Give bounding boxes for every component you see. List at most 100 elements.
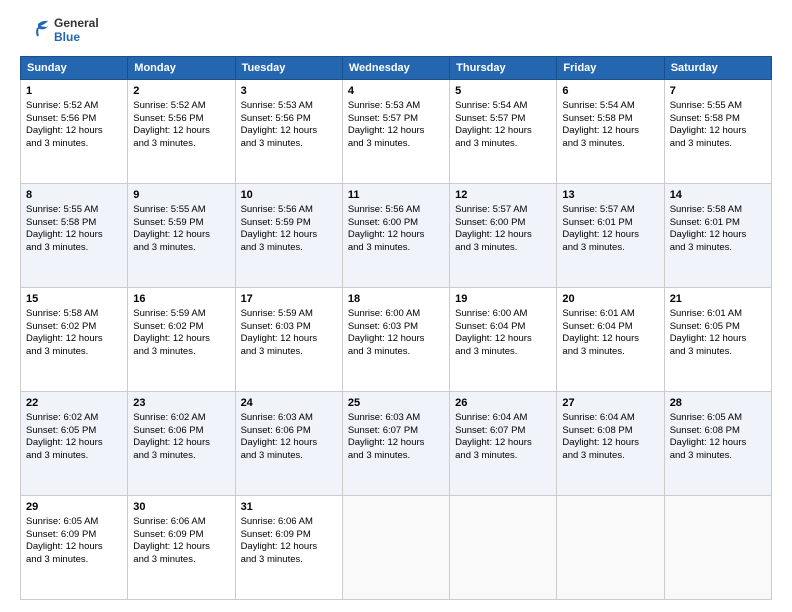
day-info: and 3 minutes. bbox=[26, 346, 122, 359]
day-info: and 3 minutes. bbox=[26, 450, 122, 463]
calendar-table: SundayMondayTuesdayWednesdayThursdayFrid… bbox=[20, 56, 772, 600]
calendar-header-thursday: Thursday bbox=[450, 57, 557, 80]
calendar-week-1: 1Sunrise: 5:52 AMSunset: 5:56 PMDaylight… bbox=[21, 80, 772, 184]
calendar-week-3: 15Sunrise: 5:58 AMSunset: 6:02 PMDayligh… bbox=[21, 288, 772, 392]
day-info: Daylight: 12 hours bbox=[133, 125, 229, 138]
calendar-cell bbox=[342, 496, 449, 600]
day-info: Sunset: 5:56 PM bbox=[26, 113, 122, 126]
day-info: Sunset: 6:00 PM bbox=[348, 217, 444, 230]
day-info: Sunrise: 5:58 AM bbox=[670, 204, 766, 217]
day-number: 25 bbox=[348, 396, 444, 411]
day-number: 23 bbox=[133, 396, 229, 411]
day-info: Sunrise: 5:52 AM bbox=[26, 100, 122, 113]
day-info: Sunrise: 6:06 AM bbox=[133, 516, 229, 529]
day-info: Sunset: 6:06 PM bbox=[133, 425, 229, 438]
day-info: Sunset: 5:57 PM bbox=[348, 113, 444, 126]
day-info: Daylight: 12 hours bbox=[348, 333, 444, 346]
day-info: Sunset: 5:58 PM bbox=[562, 113, 658, 126]
day-number: 13 bbox=[562, 188, 658, 203]
calendar-header-saturday: Saturday bbox=[664, 57, 771, 80]
logo-text-blue: Blue bbox=[54, 31, 99, 45]
day-info: Sunrise: 6:04 AM bbox=[455, 412, 551, 425]
day-number: 5 bbox=[455, 84, 551, 99]
day-info: Sunset: 5:59 PM bbox=[133, 217, 229, 230]
day-info: Sunrise: 5:54 AM bbox=[562, 100, 658, 113]
calendar-week-4: 22Sunrise: 6:02 AMSunset: 6:05 PMDayligh… bbox=[21, 392, 772, 496]
day-number: 10 bbox=[241, 188, 337, 203]
day-info: Sunset: 5:57 PM bbox=[455, 113, 551, 126]
day-info: Sunset: 6:03 PM bbox=[348, 321, 444, 334]
page: General Blue SundayMondayTuesdayWednesda… bbox=[0, 0, 792, 612]
day-info: and 3 minutes. bbox=[26, 138, 122, 151]
day-info: Daylight: 12 hours bbox=[348, 125, 444, 138]
day-number: 26 bbox=[455, 396, 551, 411]
calendar-cell: 14Sunrise: 5:58 AMSunset: 6:01 PMDayligh… bbox=[664, 184, 771, 288]
day-info: and 3 minutes. bbox=[670, 138, 766, 151]
calendar-cell: 8Sunrise: 5:55 AMSunset: 5:58 PMDaylight… bbox=[21, 184, 128, 288]
day-info: and 3 minutes. bbox=[348, 242, 444, 255]
day-info: Daylight: 12 hours bbox=[348, 437, 444, 450]
calendar-cell: 26Sunrise: 6:04 AMSunset: 6:07 PMDayligh… bbox=[450, 392, 557, 496]
day-number: 24 bbox=[241, 396, 337, 411]
day-info: Sunrise: 5:53 AM bbox=[348, 100, 444, 113]
calendar-cell: 22Sunrise: 6:02 AMSunset: 6:05 PMDayligh… bbox=[21, 392, 128, 496]
day-info: and 3 minutes. bbox=[241, 450, 337, 463]
day-info: and 3 minutes. bbox=[133, 450, 229, 463]
day-number: 1 bbox=[26, 84, 122, 99]
day-info: and 3 minutes. bbox=[241, 138, 337, 151]
day-number: 21 bbox=[670, 292, 766, 307]
day-info: Daylight: 12 hours bbox=[133, 437, 229, 450]
header: General Blue bbox=[20, 16, 772, 46]
calendar-cell: 5Sunrise: 5:54 AMSunset: 5:57 PMDaylight… bbox=[450, 80, 557, 184]
day-number: 2 bbox=[133, 84, 229, 99]
day-info: Daylight: 12 hours bbox=[133, 229, 229, 242]
day-info: Sunset: 6:05 PM bbox=[670, 321, 766, 334]
calendar-cell: 10Sunrise: 5:56 AMSunset: 5:59 PMDayligh… bbox=[235, 184, 342, 288]
day-info: Daylight: 12 hours bbox=[241, 541, 337, 554]
calendar-cell: 13Sunrise: 5:57 AMSunset: 6:01 PMDayligh… bbox=[557, 184, 664, 288]
day-info: and 3 minutes. bbox=[455, 242, 551, 255]
day-info: Daylight: 12 hours bbox=[26, 333, 122, 346]
day-info: and 3 minutes. bbox=[241, 554, 337, 567]
day-number: 22 bbox=[26, 396, 122, 411]
day-info: Daylight: 12 hours bbox=[26, 541, 122, 554]
calendar-cell: 24Sunrise: 6:03 AMSunset: 6:06 PMDayligh… bbox=[235, 392, 342, 496]
day-info: Daylight: 12 hours bbox=[670, 125, 766, 138]
day-info: Sunset: 6:08 PM bbox=[670, 425, 766, 438]
day-info: and 3 minutes. bbox=[241, 346, 337, 359]
day-number: 28 bbox=[670, 396, 766, 411]
calendar-header-row: SundayMondayTuesdayWednesdayThursdayFrid… bbox=[21, 57, 772, 80]
day-info: Daylight: 12 hours bbox=[26, 229, 122, 242]
day-info: Daylight: 12 hours bbox=[241, 437, 337, 450]
calendar-cell: 21Sunrise: 6:01 AMSunset: 6:05 PMDayligh… bbox=[664, 288, 771, 392]
day-number: 18 bbox=[348, 292, 444, 307]
day-info: Sunset: 6:01 PM bbox=[562, 217, 658, 230]
day-info: Sunrise: 5:52 AM bbox=[133, 100, 229, 113]
day-info: Sunrise: 6:02 AM bbox=[133, 412, 229, 425]
day-info: Daylight: 12 hours bbox=[241, 125, 337, 138]
day-number: 29 bbox=[26, 500, 122, 515]
calendar-cell: 1Sunrise: 5:52 AMSunset: 5:56 PMDaylight… bbox=[21, 80, 128, 184]
calendar-cell: 23Sunrise: 6:02 AMSunset: 6:06 PMDayligh… bbox=[128, 392, 235, 496]
calendar-cell: 12Sunrise: 5:57 AMSunset: 6:00 PMDayligh… bbox=[450, 184, 557, 288]
day-info: Daylight: 12 hours bbox=[133, 541, 229, 554]
calendar-header-wednesday: Wednesday bbox=[342, 57, 449, 80]
day-info: Daylight: 12 hours bbox=[562, 333, 658, 346]
calendar-cell: 18Sunrise: 6:00 AMSunset: 6:03 PMDayligh… bbox=[342, 288, 449, 392]
day-number: 4 bbox=[348, 84, 444, 99]
day-number: 6 bbox=[562, 84, 658, 99]
day-info: Sunset: 6:04 PM bbox=[455, 321, 551, 334]
day-info: Sunset: 6:00 PM bbox=[455, 217, 551, 230]
calendar-cell: 9Sunrise: 5:55 AMSunset: 5:59 PMDaylight… bbox=[128, 184, 235, 288]
calendar-cell: 29Sunrise: 6:05 AMSunset: 6:09 PMDayligh… bbox=[21, 496, 128, 600]
day-info: and 3 minutes. bbox=[670, 450, 766, 463]
day-info: Daylight: 12 hours bbox=[562, 125, 658, 138]
calendar-cell: 31Sunrise: 6:06 AMSunset: 6:09 PMDayligh… bbox=[235, 496, 342, 600]
day-number: 17 bbox=[241, 292, 337, 307]
day-info: Sunrise: 5:56 AM bbox=[348, 204, 444, 217]
calendar-cell: 28Sunrise: 6:05 AMSunset: 6:08 PMDayligh… bbox=[664, 392, 771, 496]
day-info: and 3 minutes. bbox=[26, 242, 122, 255]
day-info: Sunset: 6:01 PM bbox=[670, 217, 766, 230]
calendar-week-5: 29Sunrise: 6:05 AMSunset: 6:09 PMDayligh… bbox=[21, 496, 772, 600]
day-info: Sunset: 5:56 PM bbox=[133, 113, 229, 126]
